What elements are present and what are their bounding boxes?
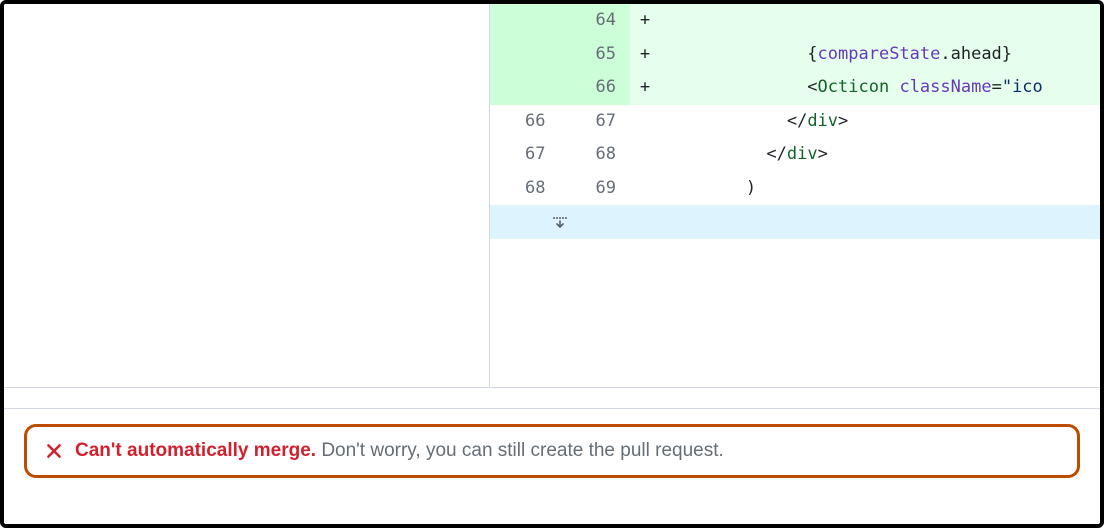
code-content[interactable] — [660, 4, 1100, 38]
line-number-old[interactable]: 67 — [490, 138, 560, 172]
section-divider — [4, 408, 1100, 409]
diff-line[interactable]: 66+ <Octicon className="ico — [490, 71, 1100, 105]
hunk-spacer — [630, 205, 660, 239]
diff-marker: + — [630, 38, 660, 72]
x-icon — [45, 442, 63, 460]
merge-status-notice: Can't automatically merge. Don't worry, … — [24, 424, 1080, 478]
diff-line[interactable]: 6768 </div> — [490, 138, 1100, 172]
diff-line[interactable]: 6667 </div> — [490, 105, 1100, 139]
line-number-new[interactable]: 67 — [560, 105, 630, 139]
line-number-old[interactable]: 66 — [490, 105, 560, 139]
diff-marker: + — [630, 71, 660, 105]
expand-down-button[interactable] — [490, 205, 630, 239]
diff-marker — [630, 105, 660, 139]
line-number-new[interactable]: 65 — [560, 38, 630, 72]
line-number-new[interactable]: 66 — [560, 71, 630, 105]
line-number-old[interactable] — [490, 4, 560, 38]
hunk-spacer — [660, 205, 1100, 239]
line-number-new[interactable]: 69 — [560, 172, 630, 206]
line-number-old[interactable] — [490, 71, 560, 105]
diff-marker — [630, 172, 660, 206]
code-content[interactable]: {compareState.ahead} — [660, 38, 1100, 72]
expand-hunk-row — [490, 205, 1100, 239]
merge-status-body: Don't worry, you can still create the pu… — [321, 440, 723, 461]
diff-marker: + — [630, 4, 660, 38]
code-content[interactable]: ) — [660, 172, 1100, 206]
code-content[interactable]: </div> — [660, 105, 1100, 139]
code-content[interactable]: </div> — [660, 138, 1100, 172]
line-number-new[interactable]: 68 — [560, 138, 630, 172]
diff-line[interactable]: 6869 ) — [490, 172, 1100, 206]
merge-status-title: Can't automatically merge. — [75, 440, 316, 461]
diff-left-pane — [4, 4, 490, 388]
diff-line[interactable]: 64+ — [490, 4, 1100, 38]
diff-view: 64+ 65+ {compareState.ahead}66+ <Octicon… — [490, 4, 1100, 388]
line-number-new[interactable]: 64 — [560, 4, 630, 38]
diff-marker — [630, 138, 660, 172]
line-number-old[interactable] — [490, 38, 560, 72]
diff-table: 64+ 65+ {compareState.ahead}66+ <Octicon… — [490, 4, 1100, 239]
line-number-old[interactable]: 68 — [490, 172, 560, 206]
diff-line[interactable]: 65+ {compareState.ahead} — [490, 38, 1100, 72]
code-content[interactable]: <Octicon className="ico — [660, 71, 1100, 105]
